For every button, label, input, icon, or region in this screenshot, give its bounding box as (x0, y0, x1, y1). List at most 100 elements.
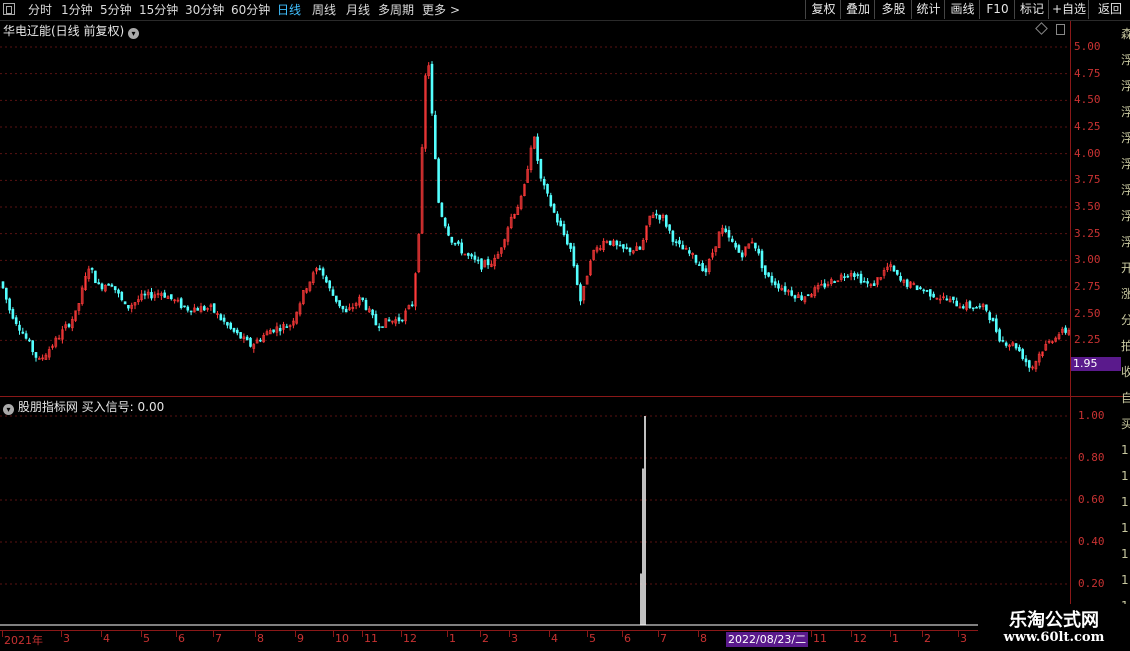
candle (104, 284, 107, 293)
candle (1018, 344, 1021, 352)
candle (410, 301, 414, 308)
date-tick (255, 631, 256, 637)
candle (780, 284, 784, 291)
date-tick (509, 631, 510, 637)
candle (971, 307, 975, 312)
period-tab-2[interactable]: 5分钟 (100, 2, 132, 18)
toolbar-button-1[interactable]: 叠加 (840, 0, 875, 19)
candle (31, 340, 35, 356)
candle (750, 237, 754, 244)
candle (565, 230, 569, 246)
candle (671, 229, 675, 246)
toolbar-button-5[interactable]: F10 (979, 0, 1015, 19)
candle (608, 240, 612, 246)
candle (282, 321, 285, 334)
candlestick-panel[interactable]: 华电辽能(日线 前复权) ▾ (0, 21, 1070, 395)
period-tab-8[interactable]: 月线 (346, 2, 370, 18)
candle (18, 320, 21, 335)
candle (717, 231, 721, 249)
candle (915, 285, 919, 291)
candle (400, 319, 404, 323)
candle (486, 256, 490, 269)
chevron-down-icon[interactable]: ▾ (128, 28, 140, 39)
candle (265, 329, 269, 336)
candle (377, 323, 381, 332)
candle (354, 301, 358, 310)
last-price-tag: 1.95 (1071, 357, 1121, 371)
date-label: 6 (624, 632, 631, 645)
candle (602, 238, 605, 253)
candle (288, 324, 292, 331)
period-tab-9[interactable]: 多周期 (378, 2, 414, 18)
period-tab-4[interactable]: 30分钟 (185, 2, 224, 18)
candle (236, 327, 239, 336)
toolbar-button-3[interactable]: 统计 (911, 0, 945, 19)
candle (226, 321, 229, 329)
candle (140, 290, 143, 302)
toolbar-button-8[interactable]: 返回 (1088, 0, 1130, 19)
toolbar-button-0[interactable]: 复权 (805, 0, 841, 19)
candlestick-chart[interactable] (0, 21, 1070, 395)
toolbar-button-6[interactable]: 标记 (1014, 0, 1049, 19)
candle (325, 275, 328, 284)
signal-chart[interactable] (0, 398, 1070, 628)
candle (64, 321, 67, 331)
candle (321, 266, 325, 280)
candle (77, 302, 81, 315)
candle (8, 297, 11, 314)
panel-toggle-icon[interactable] (1056, 24, 1065, 35)
quote-field-label: 自 (1121, 391, 1130, 405)
candle (466, 252, 470, 260)
toolbar-button-2[interactable]: 多股 (874, 0, 912, 19)
candle (711, 248, 714, 260)
period-tab-6[interactable]: 日线 (277, 2, 301, 18)
candle (615, 239, 619, 250)
candle (496, 251, 500, 259)
candle (658, 214, 662, 224)
candle (1024, 355, 1028, 367)
candle (117, 288, 120, 298)
candle (41, 354, 44, 361)
candle (430, 61, 434, 116)
candle (694, 254, 698, 265)
candle (777, 280, 780, 292)
period-tab-10[interactable]: 更多 (422, 2, 446, 18)
indicator-panel[interactable]: ▾ 股朋指标网 买入信号: 0.00 (0, 398, 1070, 628)
candle (186, 305, 190, 313)
candle (513, 213, 516, 219)
date-tick (61, 631, 62, 637)
candle (123, 301, 127, 305)
candle (1028, 359, 1031, 372)
period-tab-3[interactable]: 15分钟 (139, 2, 178, 18)
price-axis-label: 4.00 (1074, 146, 1101, 160)
quote-field-label: 1 (1121, 495, 1129, 509)
date-label: 4 (551, 632, 558, 645)
candle (536, 133, 539, 164)
candle (457, 239, 460, 246)
period-tab-0[interactable]: 分时 (28, 2, 52, 18)
toolbar-button-7[interactable]: +自选 (1048, 0, 1089, 19)
date-axis[interactable]: 2021年 3 4 5 6 7 8 9 10 11 12 1 2 3 4 5 6 7 8 11 12 1 2 3 2022/0… (0, 630, 1130, 651)
chevron-down-icon[interactable]: ▾ (3, 404, 14, 415)
period-tab-7[interactable]: 周线 (312, 2, 336, 18)
candle (420, 144, 424, 235)
date-tick (333, 631, 334, 637)
period-tab-5[interactable]: 60分钟 (231, 2, 270, 18)
period-tab-1[interactable]: 1分钟 (61, 2, 93, 18)
date-cursor-label: 2022/08/23/二 (726, 632, 809, 647)
window-menu-icon[interactable] (3, 3, 15, 15)
candle (579, 282, 582, 306)
candle (839, 272, 843, 282)
more-arrow-icon[interactable]: > (450, 2, 460, 18)
panel-divider[interactable] (0, 396, 1130, 397)
candle (107, 283, 110, 286)
signal-axis-label: 0.20 (1078, 577, 1105, 590)
quote-field-label: 浮 (1121, 131, 1130, 145)
date-tick (549, 631, 550, 637)
toolbar-button-4[interactable]: 画线 (944, 0, 980, 19)
candle (80, 285, 84, 306)
candle (133, 301, 137, 310)
candle (433, 110, 437, 160)
candle (823, 279, 827, 290)
candle (90, 267, 94, 274)
